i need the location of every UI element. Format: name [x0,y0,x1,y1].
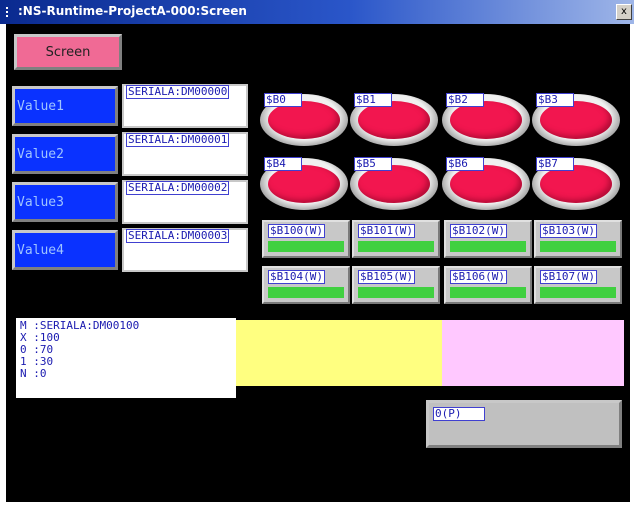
bit-lamp-b107[interactable]: $B107(W) [534,266,622,304]
lamp-b0-label: $B0 [264,93,302,107]
bit-lamp-b106[interactable]: $B106(W) [444,266,532,304]
zero-p-label: 0(P) [433,407,485,421]
lamp-b3-label: $B3 [536,93,574,107]
value2-field[interactable]: SERIALA:DM00001 [122,132,248,176]
pink-area [442,320,624,386]
bit-lamp-b100-indicator [268,241,344,252]
value3-button[interactable]: Value3 [12,182,118,222]
bit-lamp-b105-label: $B105(W) [358,270,415,284]
ns-runtime-window: :NS-Runtime-ProjectA-000:Screen x Screen… [0,0,634,506]
bit-lamp-b103[interactable]: $B103(W) [534,220,622,258]
lamp-b0[interactable]: $B0 [260,93,348,146]
bit-lamp-b105[interactable]: $B105(W) [352,266,440,304]
value3-field[interactable]: SERIALA:DM00002 [122,180,248,224]
bit-lamp-b107-indicator [540,287,616,298]
bit-lamp-b100[interactable]: $B100(W) [262,220,350,258]
bit-lamp-b106-indicator [450,287,526,298]
bit-lamp-b102-label: $B102(W) [450,224,507,238]
data-info-panel: M :SERIALA:DM00100 X :100 0 :70 1 :30 N … [16,318,236,398]
lamp-b6-label: $B6 [446,157,484,171]
bit-lamp-b102-indicator [450,241,526,252]
lamp-b7-label: $B7 [536,157,574,171]
value1-button[interactable]: Value1 [12,86,118,126]
app-icon [6,7,18,17]
value4-field[interactable]: SERIALA:DM00003 [122,228,248,272]
lamp-b1[interactable]: $B1 [350,93,438,146]
value1-field[interactable]: SERIALA:DM00000 [122,84,248,128]
bit-lamp-b104-indicator [268,287,344,298]
bit-lamp-b105-indicator [358,287,434,298]
lamp-b4-label: $B4 [264,157,302,171]
close-button[interactable]: x [616,4,632,20]
value4-address-label: SERIALA:DM00003 [126,229,230,243]
lamp-b1-label: $B1 [354,93,392,107]
bit-lamp-b101-indicator [358,241,434,252]
yellow-area [236,320,442,386]
info-line-1: 1 :30 [20,355,54,368]
value4-button[interactable]: Value4 [12,230,118,270]
value3-address-label: SERIALA:DM00002 [126,181,230,195]
bit-lamp-b100-label: $B100(W) [268,224,325,238]
bit-lamp-b107-label: $B107(W) [540,270,597,284]
bit-lamp-b101[interactable]: $B101(W) [352,220,440,258]
zero-p-button[interactable]: 0(P) [426,400,622,448]
value2-address-label: SERIALA:DM00001 [126,133,230,147]
bit-lamp-b102[interactable]: $B102(W) [444,220,532,258]
bit-lamp-b104-label: $B104(W) [268,270,325,284]
bit-lamp-b101-label: $B101(W) [358,224,415,238]
bit-lamp-b103-indicator [540,241,616,252]
lamp-b5-label: $B5 [354,157,392,171]
runtime-screen: Screen Value1 SERIALA:DM00000 Value2 SER… [6,24,630,502]
lamp-b2[interactable]: $B2 [442,93,530,146]
lamp-b7[interactable]: $B7 [532,157,620,210]
window-title: :NS-Runtime-ProjectA-000:Screen [18,4,247,18]
title-bar: :NS-Runtime-ProjectA-000:Screen x [0,0,634,24]
info-line-n: N :0 [20,367,47,380]
lamp-b3[interactable]: $B3 [532,93,620,146]
bit-lamp-b106-label: $B106(W) [450,270,507,284]
lamp-b5[interactable]: $B5 [350,157,438,210]
value1-address-label: SERIALA:DM00000 [126,85,230,99]
lamp-b6[interactable]: $B6 [442,157,530,210]
screen-button[interactable]: Screen [14,34,122,70]
lamp-b4[interactable]: $B4 [260,157,348,210]
bit-lamp-b104[interactable]: $B104(W) [262,266,350,304]
lamp-b2-label: $B2 [446,93,484,107]
value2-button[interactable]: Value2 [12,134,118,174]
bit-lamp-b103-label: $B103(W) [540,224,597,238]
